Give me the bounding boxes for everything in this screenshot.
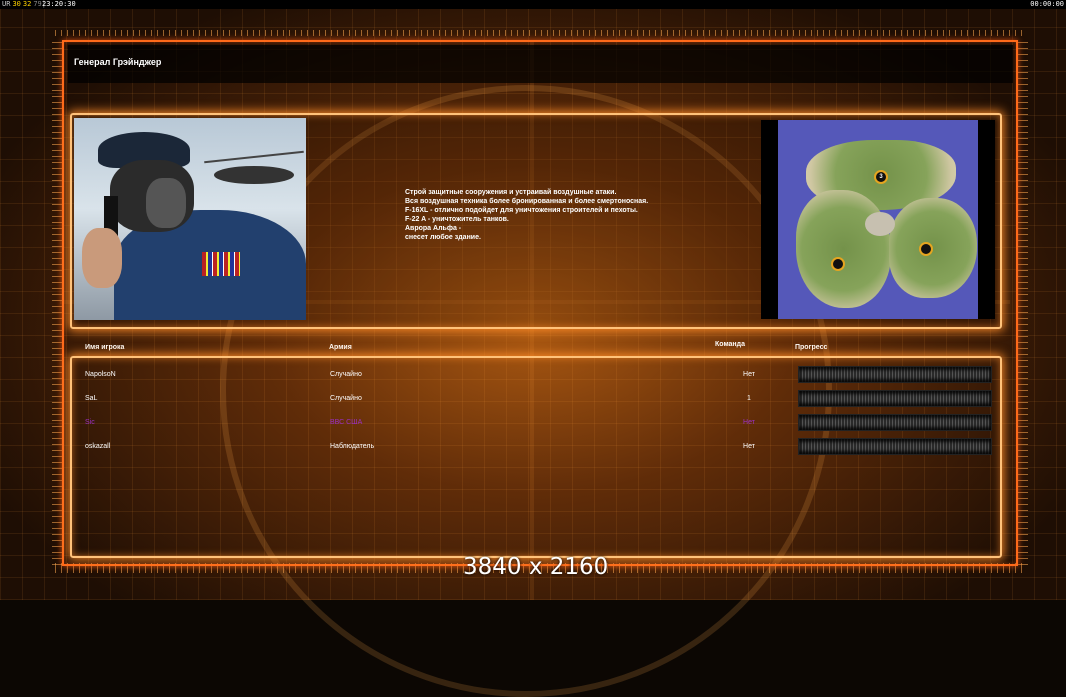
helicopter-image [214,166,294,184]
clock: 23:20:30 [42,0,76,8]
header-army: Армия [329,344,352,351]
map-island-southeast [889,198,977,298]
medal-ribbons [202,252,240,276]
player-team: Нет [743,371,755,378]
map-preview: 3 [761,120,995,319]
fps-label: UR [2,0,11,8]
overlay-bar: UR 30 32 79| 23:20:30 00:00:00 [0,0,1066,9]
players-table-header: Имя игрока Армия Команда Прогресс [76,341,1004,356]
player-army: Случайно [330,371,362,378]
briefing-line: Строй защитные сооружения и устраивай во… [405,189,617,196]
player-team: 1 [747,395,751,402]
map-start-position[interactable] [919,242,933,256]
briefing-line: Аврора Альфа - [405,225,462,232]
ruler-right [1018,40,1028,565]
loading-progress-bar [798,366,992,383]
player-team: Нет [743,443,755,450]
general-portrait [74,118,306,320]
map-center-rocks [865,212,895,236]
player-army: ВВС США [330,419,363,426]
general-briefing: Строй защитные сооружения и устраивай во… [405,188,685,242]
ruler-left [52,40,62,565]
loading-progress-bar [798,390,992,407]
player-team: Нет [743,419,755,426]
player-row: oskazall Наблюдатель Нет [72,437,1000,457]
hand [82,228,122,288]
player-row: SaL Случайно 1 [72,389,1000,409]
map-start-position[interactable] [831,257,845,271]
general-title: Генерал Грэйнджер [74,57,162,67]
player-army: Наблюдатель [330,443,375,450]
header-progress: Прогресс [795,344,828,351]
fps-value-2: 32 [22,0,32,8]
player-army: Случайно [330,395,362,402]
helicopter-rotor [204,150,304,164]
oxygen-mask [146,178,186,228]
player-name: NapolsoN [85,371,116,378]
briefing-line: F-16XL - отлично подойдет для уничтожени… [405,207,638,214]
map-start-position[interactable]: 3 [874,170,888,184]
briefing-line: снесет любое здание. [405,234,481,241]
loading-progress-bar [798,438,992,455]
header-team: Команда [715,341,745,348]
ruler-top [55,30,1025,36]
player-name: oskazall [85,443,111,450]
players-panel: NapolsoN Случайно Нет SaL Случайно 1 Sic… [70,356,1002,558]
resolution-watermark: 3840 x 2160 [463,554,609,580]
loading-progress-bar [798,414,992,431]
title-bar [68,45,1013,83]
map-island-southwest [796,190,891,308]
player-name: Sic [85,419,95,426]
briefing-line: F-22 A - уничтожитель танков. [405,216,509,223]
briefing-line: Вся воздушная техника более бронированна… [405,198,649,205]
player-row: NapolsoN Случайно Нет [72,365,1000,385]
player-name: SaL [85,395,98,402]
record-timer: 00:00:00 [1030,0,1064,8]
header-player-name: Имя игрока [85,344,125,351]
player-row: Sic ВВС США Нет [72,413,1000,433]
fps-value: 30 [12,0,21,8]
